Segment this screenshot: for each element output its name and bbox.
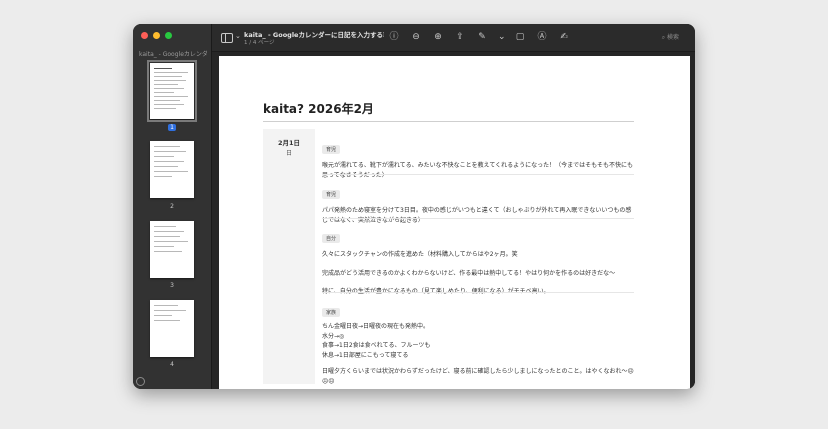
category-tag: 自分 [322, 234, 341, 243]
add-icon[interactable] [136, 377, 145, 386]
entry-text: 食事→1日2食は食べれてる、フルーツも [322, 342, 431, 349]
share-icon[interactable]: ⇪ [454, 31, 466, 43]
page-heading: kaita? 2026年2月 [263, 102, 374, 116]
entry-date: 2月1日 [277, 139, 301, 147]
heading-divider [263, 121, 634, 122]
preview-window: kaita_ - Googleカレンダー 1 2 3 4 ⌄ kaita_ - … [133, 24, 695, 389]
page-thumbnail-1[interactable] [147, 60, 197, 122]
date-column: 2月1日 日 [263, 129, 315, 384]
entry-text: 久々にスタックチャンの作成を進めた（材料購入してからはや2ヶ月。笑 [322, 251, 518, 258]
entry-divider [322, 174, 634, 175]
close-button[interactable] [141, 32, 148, 39]
diary-entry: 家族 ちん金曜日夜→日曜夜の現在も発熱中。 水分→◎ 食事→1日2食は食べれてる… [322, 299, 634, 386]
sidebar-title: kaita_ - Googleカレンダー [139, 51, 207, 58]
toolbar-icons: ⓘ ⊖ ⊕ ⇪ ✎ ⌄ ▢ Ⓐ ✍ [388, 31, 570, 43]
category-tag: 育児 [322, 145, 341, 154]
zoom-out-icon[interactable]: ⊖ [410, 31, 422, 43]
category-tag: 家族 [322, 308, 341, 317]
entry-divider [322, 292, 634, 293]
sidebar-toggle-icon[interactable] [221, 33, 233, 43]
entry-text: ちん金曜日夜→日曜夜の現在も発熱中。 [322, 323, 430, 330]
thumbnail-sidebar: kaita_ - Googleカレンダー 1 2 3 4 [133, 24, 212, 389]
entry-text: 喉元が濡れてる、靴下が濡れてる、みたいな不快なことを教えてくれるようになった！（… [322, 162, 634, 179]
chevron-down-icon[interactable]: ⌄ [498, 31, 506, 43]
page-number-3: 3 [170, 282, 174, 289]
entry-weekday: 日 [285, 150, 292, 157]
page-thumbnail-2[interactable] [150, 141, 194, 198]
page-thumbnail-4[interactable] [150, 300, 194, 357]
zoom-button[interactable] [165, 32, 172, 39]
entry-divider [322, 218, 634, 219]
page-number-2: 2 [170, 203, 174, 210]
diary-entry: 自分 久々にスタックチャンの作成を進めた（材料購入してからはや2ヶ月。笑 完成品… [322, 225, 634, 297]
entry-text: パパ発熱のため寝室を分けて3日目。夜中の感じがいつもと違くて（おしゃぶりが外れて… [322, 207, 632, 224]
markup-icon[interactable]: Ⓐ [536, 31, 548, 43]
category-tag: 育児 [322, 190, 341, 199]
minimize-button[interactable] [153, 32, 160, 39]
document-viewer[interactable]: kaita? 2026年2月 2月1日 日 育児 喉元が濡れてる、靴下が濡れてる… [212, 52, 695, 389]
entry-text: 完成品がどう活用できるのかよくわからないけど、作る最中は熱中してる！やはり何かを… [322, 269, 616, 277]
zoom-in-icon[interactable]: ⊕ [432, 31, 444, 43]
page-number-4: 4 [170, 361, 174, 368]
page-thumbnail-3[interactable] [150, 221, 194, 278]
signature-icon[interactable]: ✍ [558, 31, 570, 43]
info-icon[interactable]: ⓘ [388, 31, 400, 43]
toolbar: ⌄ kaita_ - Googleカレンダーに日記を入力する専用ア… 1 / 4… [212, 24, 695, 52]
search-field[interactable]: ⌕ 検索 [662, 32, 679, 42]
page-info: 1 / 4 ページ [244, 40, 275, 46]
window-controls [141, 32, 172, 39]
chevron-down-icon[interactable]: ⌄ [235, 32, 241, 40]
entry-text: 日曜夕方くらいまでは状況かわらずだったけど、寝る前に確認したら少しましになったと… [322, 368, 634, 385]
entry-text: 休息→1日部屋にこもって寝てる [322, 351, 409, 359]
markup-pen-icon[interactable]: ✎ [476, 31, 488, 43]
pdf-page: kaita? 2026年2月 2月1日 日 育児 喉元が濡れてる、靴下が濡れてる… [219, 56, 690, 389]
page-number-1: 1 [168, 124, 176, 131]
rotate-icon[interactable]: ▢ [514, 31, 526, 43]
entry-text: 水分→◎ [322, 332, 345, 340]
